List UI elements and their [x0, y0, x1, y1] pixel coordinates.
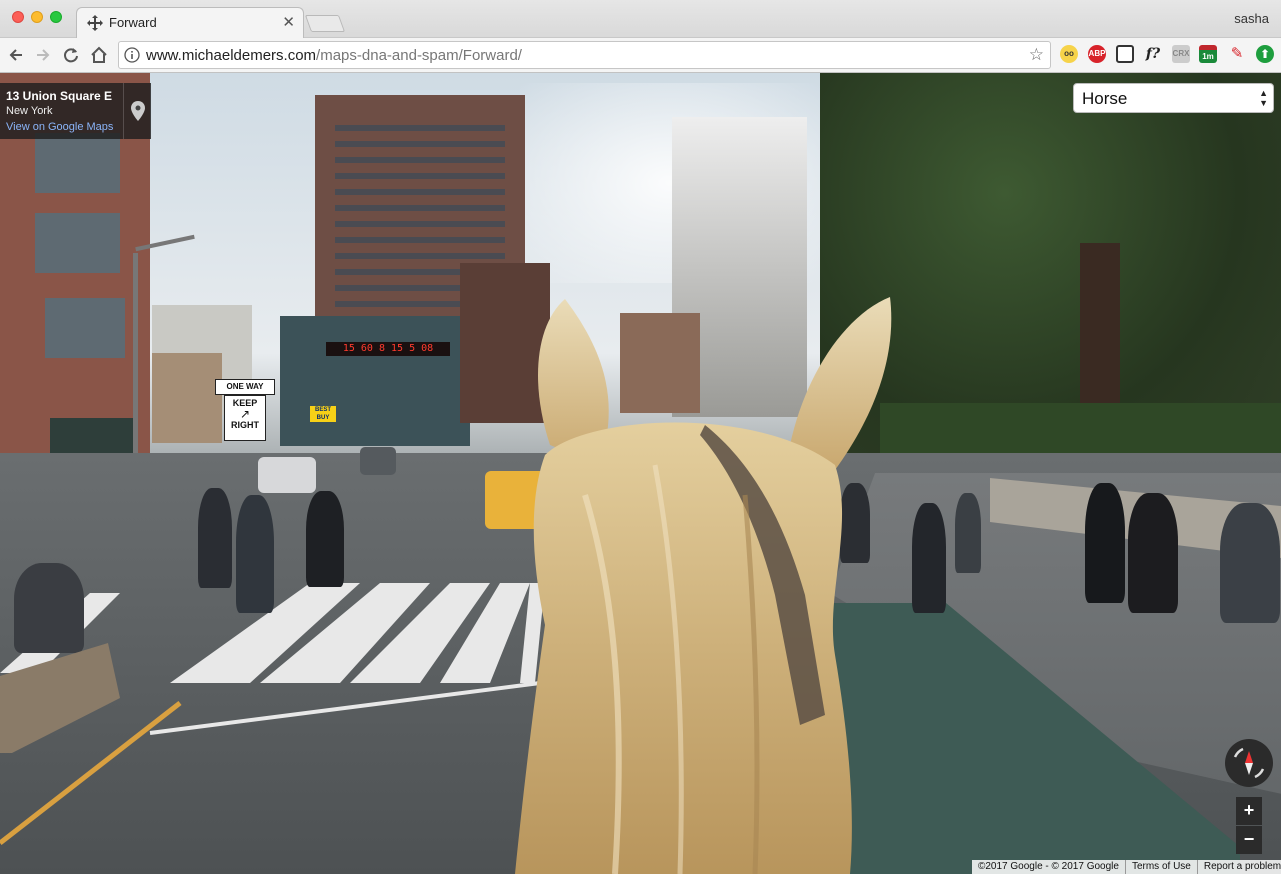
back-arrow-icon[interactable]	[5, 44, 27, 66]
zoom-out-button[interactable]: −	[1236, 826, 1262, 854]
mode-select-value: Horse	[1082, 89, 1128, 108]
report-problem-link[interactable]: Report a problem	[1196, 860, 1281, 874]
location-city: New York	[6, 105, 53, 117]
mode-select[interactable]: Horse ▲ ▼	[1073, 83, 1274, 113]
street-view-panorama[interactable]: 15 60 8 15 5 08 ONE WAY KEEP ↗ RIGHT BES…	[0, 73, 1281, 874]
pedestrian	[236, 495, 274, 613]
pedestrian	[1085, 483, 1125, 603]
dark-car	[360, 447, 396, 475]
select-arrows-icon: ▲ ▼	[1259, 88, 1268, 108]
tab-title: Forward	[109, 15, 157, 30]
move-arrows-icon	[87, 15, 103, 31]
compass-icon	[1233, 747, 1265, 779]
window-maximize-button[interactable]	[50, 11, 62, 23]
url-path: /maps-dna-and-spam/Forward/	[316, 47, 522, 64]
bookmark-star-icon[interactable]: ☆	[1029, 45, 1044, 65]
url-text: www.michaeldemers.com/maps-dna-and-spam/…	[146, 47, 522, 64]
profile-name[interactable]: sasha	[1234, 11, 1269, 26]
upload-icon[interactable]: ⬆	[1256, 45, 1274, 63]
reload-icon[interactable]	[60, 44, 82, 66]
url-host: www.michaeldemers.com	[146, 47, 317, 64]
seated-person	[14, 563, 84, 653]
store-sign: BEST BUY	[310, 406, 336, 422]
reader-icon[interactable]	[1116, 45, 1134, 63]
zoom-in-button[interactable]: +	[1236, 797, 1262, 825]
pedestrian	[955, 493, 981, 573]
browser-tab[interactable]: Forward ✕	[76, 7, 304, 38]
window-close-button[interactable]	[12, 11, 24, 23]
arrow-up-right-icon: ↗	[239, 407, 251, 421]
location-name: 13 Union Square E	[6, 89, 113, 103]
tan-building	[152, 353, 222, 443]
window-minimize-button[interactable]	[31, 11, 43, 23]
pedestrian	[198, 488, 232, 588]
font-icon[interactable]: f?	[1144, 45, 1162, 63]
location-card: 13 Union Square E New York View on Googl…	[0, 83, 151, 139]
right-label: RIGHT	[231, 420, 259, 430]
tab-strip: Forward ✕ sasha	[0, 0, 1281, 38]
info-icon[interactable]	[124, 47, 140, 63]
compass-button[interactable]	[1225, 739, 1273, 787]
new-tab-button[interactable]	[304, 15, 346, 32]
map-pin-button[interactable]	[123, 83, 151, 139]
address-bar[interactable]: www.michaeldemers.com/maps-dna-and-spam/…	[118, 41, 1051, 69]
tab-close-icon[interactable]: ✕	[282, 13, 295, 31]
map-pin-icon	[131, 101, 145, 121]
terms-of-use-link[interactable]: Terms of Use	[1124, 860, 1197, 874]
view-on-google-maps-link[interactable]: View on Google Maps	[6, 121, 113, 133]
pen-icon[interactable]: ✎	[1228, 45, 1246, 63]
metronome-clock: 15 60 8 15 5 08	[326, 342, 450, 356]
copyright-text: ©2017 Google - © 2017 Google	[978, 861, 1119, 872]
horse-head-overlay	[515, 297, 892, 874]
map-footer: ©2017 Google - © 2017 Google Terms of Us…	[972, 860, 1281, 874]
forward-arrow-icon[interactable]	[32, 44, 54, 66]
pedestrian	[1128, 493, 1178, 613]
home-icon[interactable]	[88, 44, 110, 66]
keep-right-sign: KEEP ↗ RIGHT	[224, 395, 266, 441]
pedestrian	[1220, 503, 1280, 623]
pedestrian	[912, 503, 946, 613]
one-way-sign: ONE WAY	[215, 379, 275, 395]
pedestrian	[306, 491, 344, 587]
glass-building: 15 60 8 15 5 08	[280, 316, 470, 446]
browser-toolbar: www.michaeldemers.com/maps-dna-and-spam/…	[0, 38, 1281, 73]
white-suv	[258, 457, 316, 493]
glasses-icon[interactable]: oo	[1060, 45, 1078, 63]
abp-icon[interactable]: ABP	[1088, 45, 1106, 63]
crx-icon[interactable]: CRX	[1172, 45, 1190, 63]
calendar-icon[interactable]: 1m	[1199, 45, 1217, 63]
